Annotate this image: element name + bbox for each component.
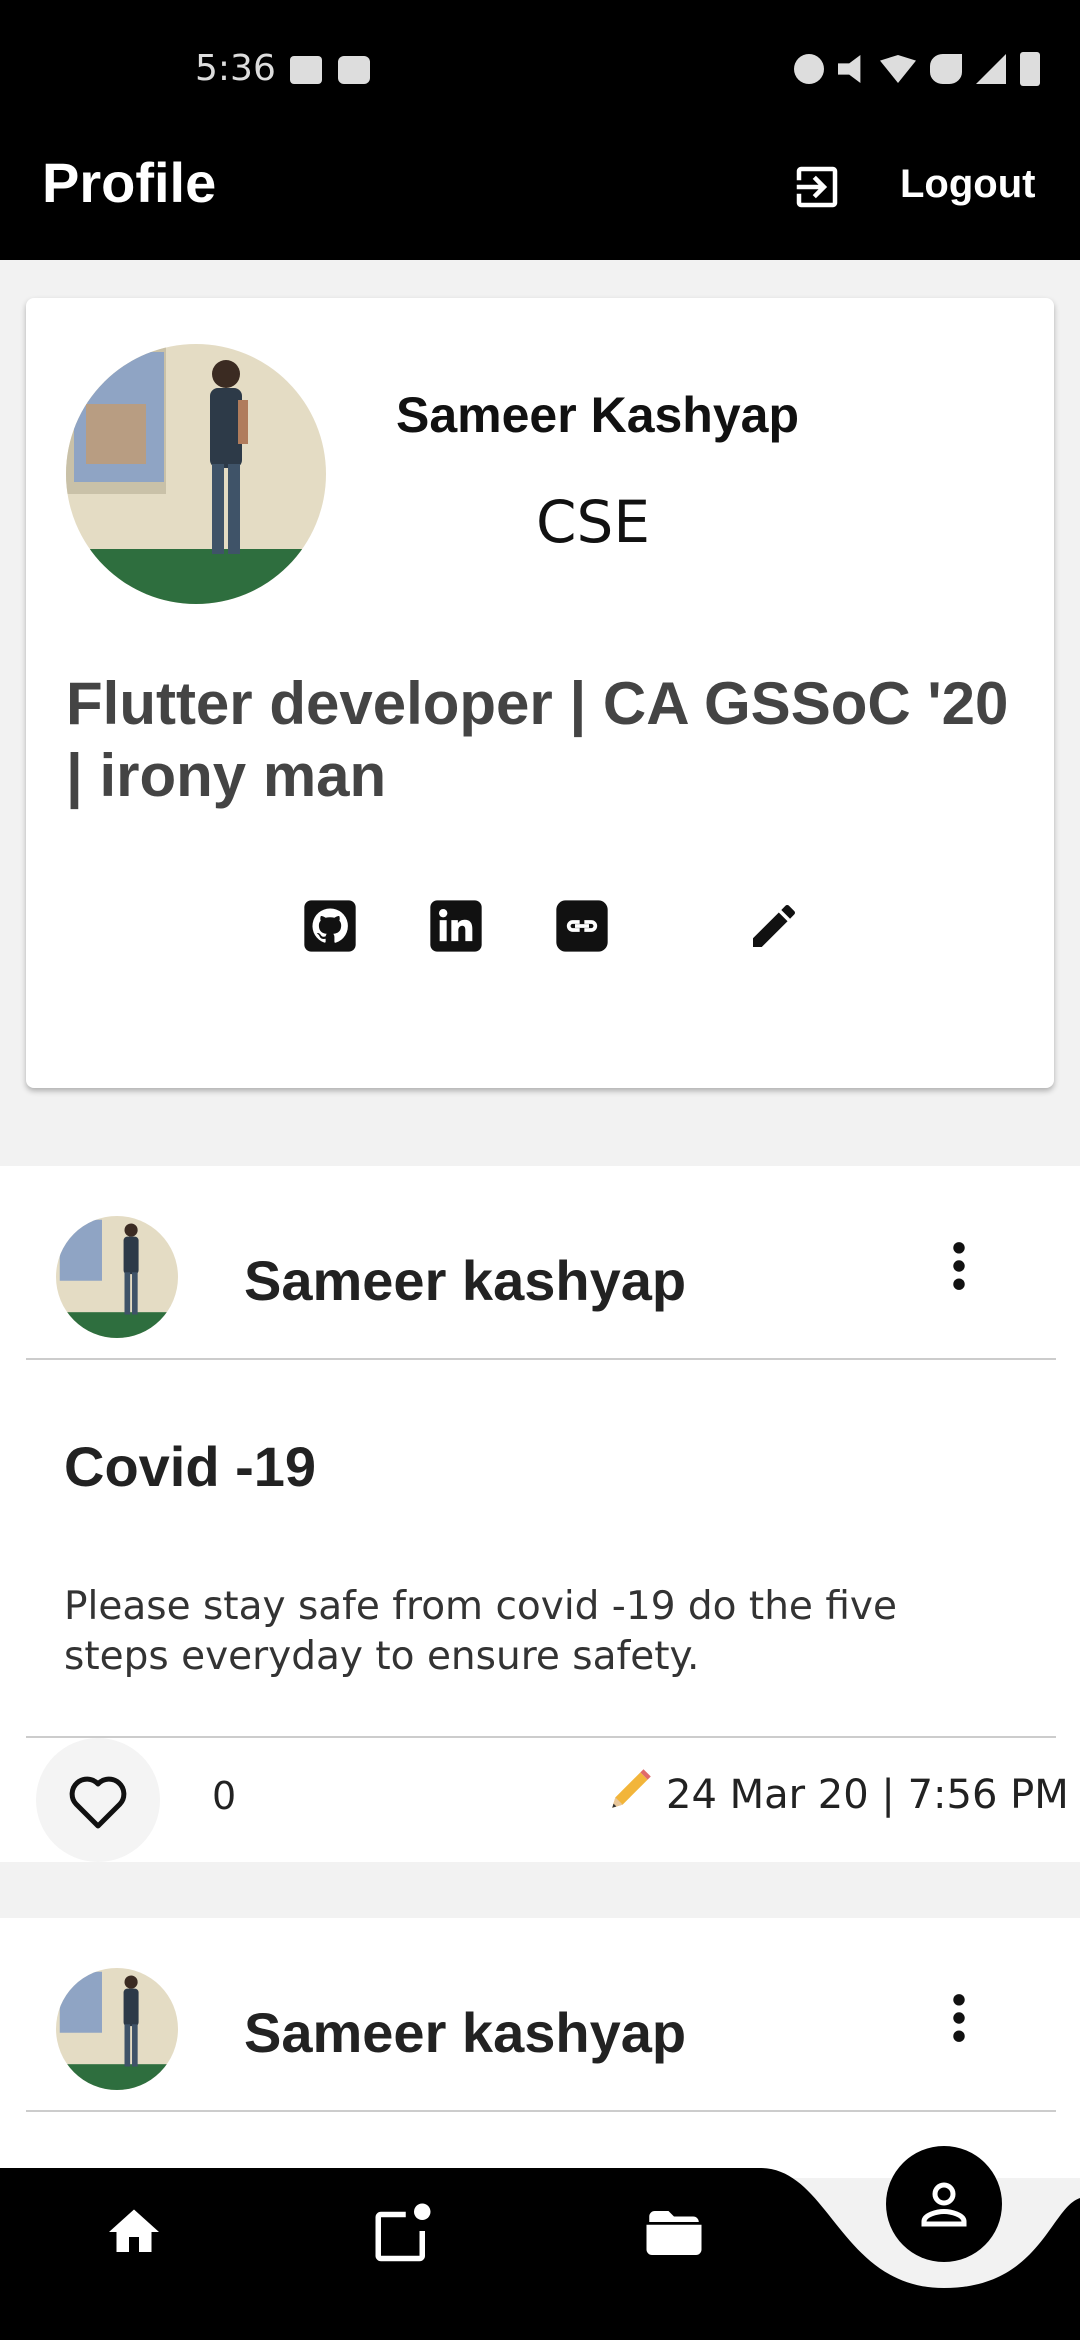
separator [0,1862,1080,1918]
profile-bio: Flutter developer | CA GSSoC '20 | irony… [66,670,1009,809]
post-card: Sameer kashyap [0,1918,1080,2178]
status-bar: 5:36 [0,0,1080,140]
linkedin-icon[interactable] [428,898,484,954]
profile-department: CSE [536,488,650,556]
gallery-notification-icon [290,56,322,84]
divider [26,1358,1056,1360]
logout-icon[interactable] [790,160,844,214]
status-time: 5:36 [195,48,276,89]
edit-icon[interactable] [746,898,802,954]
post-title: Covid -19 [64,1435,317,1498]
post-avatar [56,1216,178,1338]
profile-name: Sameer Kashyap [396,387,800,443]
divider [26,1736,1056,1738]
pencil-icon [612,1769,651,1808]
mute-icon [838,55,861,83]
feed-icon[interactable] [370,2198,436,2264]
youtube-notification-icon [338,56,370,84]
profile-icon [921,2182,967,2227]
website-link-icon[interactable] [554,898,610,954]
avatar [66,344,326,604]
battery-icon [1020,52,1040,86]
wifi-icon [880,55,916,83]
post-author: Sameer kashyap [244,2001,687,2064]
profile-card: Sameer Kashyap CSE Flutter developer | C… [26,298,1054,1088]
divider [26,2110,1056,2112]
like-count: 0 [212,1774,237,1818]
folder-icon[interactable] [636,2200,712,2266]
post-card: Sameer kashyap Covid -19 Please stay saf… [0,1166,1080,1862]
status-icons [794,52,1040,86]
github-icon[interactable] [302,898,358,954]
wifi-calling-icon [930,54,962,84]
post-avatar [56,1968,178,2090]
heart-icon [69,1776,127,1829]
more-options-icon[interactable] [946,1240,972,1292]
like-button[interactable] [36,1738,160,1862]
alarm-icon [794,54,824,84]
app-bar: Profile Logout [0,140,1080,260]
signal-icon [976,54,1006,84]
post-author: Sameer kashyap [244,1249,687,1312]
more-options-icon[interactable] [946,1992,972,2044]
logout-button[interactable]: Logout [900,162,1036,207]
nav-profile-button[interactable] [886,2146,1002,2262]
page-title: Profile [42,151,217,214]
post-date: 24 Mar 20 | 7:56 PM [666,1772,1069,1818]
post-body: Please stay safe from covid -19 do the f… [64,1584,897,1679]
home-icon[interactable] [104,2202,164,2262]
